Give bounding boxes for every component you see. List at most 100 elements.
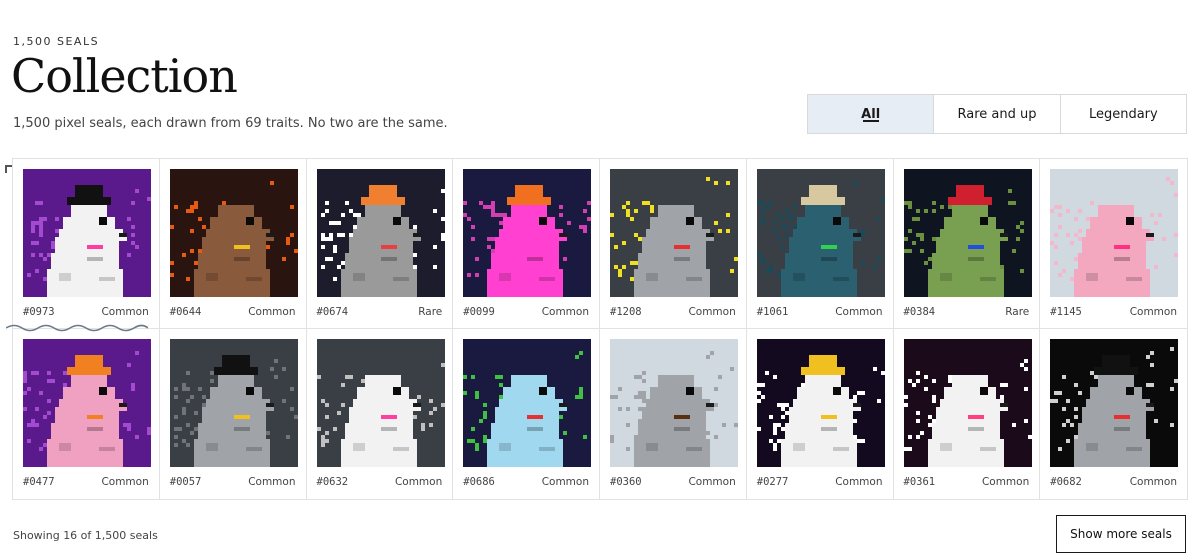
seal-id: #0277	[756, 476, 789, 488]
seal-rarity: Common	[101, 306, 149, 318]
seal-meta: #1208 Common	[610, 306, 736, 318]
seal-rarity: Common	[541, 306, 589, 318]
seal-thumbnail	[169, 169, 298, 297]
seal-id: #0644	[169, 306, 202, 318]
filter-tabs: All Rare and up Legendary	[807, 94, 1187, 134]
seal-rarity: Common	[688, 306, 736, 318]
filter-rare-label: Rare and up	[957, 106, 1037, 122]
seal-card[interactable]: #0477 Common	[13, 329, 160, 499]
seal-rarity: Common	[688, 476, 736, 488]
seal-thumbnail	[463, 339, 592, 467]
active-underline	[862, 120, 879, 122]
seal-rarity: Common	[541, 476, 589, 488]
seal-rarity: Common	[101, 476, 149, 488]
seal-id: #1145	[1050, 306, 1082, 318]
seal-thumbnail	[169, 339, 298, 467]
seal-card[interactable]: #0682 Common	[1040, 329, 1187, 499]
seal-rarity: Common	[1129, 476, 1177, 488]
seal-id: #1208	[610, 306, 642, 318]
seal-pixel-art	[610, 169, 738, 297]
seal-rarity: Common	[1129, 306, 1177, 318]
seal-card[interactable]: #1061 Common	[746, 159, 894, 329]
seal-card[interactable]: #0277 Common	[747, 329, 894, 499]
seal-pixel-art	[463, 169, 592, 297]
seal-rarity: Common	[835, 476, 883, 488]
seal-card[interactable]: #0360 Common	[600, 329, 747, 499]
seal-rarity: Common	[981, 476, 1030, 488]
seal-meta: #0632 Common	[317, 476, 443, 488]
seal-card[interactable]: #0686 Common	[453, 329, 600, 499]
seal-pixel-art	[23, 339, 151, 467]
seal-meta: #1145 Common	[1050, 306, 1177, 318]
seal-thumbnail	[23, 169, 151, 297]
seal-thumbnail	[1050, 169, 1179, 297]
seal-rarity: Common	[394, 476, 443, 488]
seal-card[interactable]: #0632 Common	[307, 329, 454, 499]
seal-id: #0477	[23, 476, 55, 488]
seal-card[interactable]: #1145 Common	[1040, 159, 1187, 329]
seal-thumbnail	[756, 339, 885, 467]
seal-pixel-art	[1050, 339, 1179, 467]
seal-thumbnail	[463, 169, 592, 297]
seal-card[interactable]: #0973 Common	[13, 159, 160, 329]
seal-thumbnail	[316, 339, 445, 467]
seal-meta: #0477 Common	[23, 476, 149, 488]
seal-meta: #0360 Common	[610, 476, 736, 488]
seal-thumbnail	[903, 169, 1032, 297]
filter-legendary[interactable]: Legendary	[1059, 95, 1186, 133]
seal-pixel-art	[316, 339, 445, 467]
seal-pixel-art	[169, 339, 298, 467]
seal-rarity: Rare	[418, 306, 443, 318]
seal-id: #0682	[1050, 476, 1082, 488]
seal-pixel-art	[463, 339, 592, 467]
seal-pixel-art	[316, 169, 445, 297]
seal-id: #0384	[903, 306, 936, 318]
seal-card[interactable]: #1208 Common	[600, 159, 747, 329]
seal-rarity: Common	[248, 306, 296, 318]
seal-pixel-art	[756, 339, 885, 467]
seal-card[interactable]: #0674 Rare	[306, 159, 454, 329]
seal-pixel-art	[903, 339, 1032, 467]
filter-rare-and-up[interactable]: Rare and up	[933, 95, 1060, 133]
seal-card[interactable]: #0057 Common	[160, 329, 307, 499]
seal-meta: #1061 Common	[757, 306, 883, 318]
seal-meta: #0361 Common	[904, 476, 1030, 488]
seal-meta: #0644 Common	[170, 306, 296, 318]
seal-pixel-art	[1050, 169, 1179, 297]
seal-grid: #0973 Common #0644 Common #0674 Rare #0099 Comm…	[12, 158, 1188, 500]
seal-pixel-art	[23, 169, 151, 297]
seal-pixel-art	[610, 339, 738, 467]
seal-id: #0057	[169, 476, 202, 488]
seal-card[interactable]: #0384 Rare	[893, 159, 1041, 329]
seal-thumbnail	[610, 339, 738, 467]
seal-meta: #0682 Common	[1050, 476, 1177, 488]
seal-id: #0360	[610, 476, 642, 488]
seal-meta: #0057 Common	[170, 476, 296, 488]
seal-card[interactable]: #0361 Common	[894, 329, 1041, 499]
seal-meta: #0384 Rare	[904, 306, 1030, 318]
seal-id: #0674	[316, 306, 349, 318]
seal-thumbnail	[23, 339, 151, 467]
seal-pixel-art	[903, 169, 1032, 297]
squiggle-decoration	[6, 324, 148, 332]
seal-card[interactable]: #0099 Common	[453, 159, 600, 329]
seal-id: #0686	[463, 476, 495, 488]
seal-rarity: Rare	[1005, 306, 1030, 318]
seal-rarity: Common	[835, 306, 883, 318]
seal-rarity: Common	[248, 476, 296, 488]
seal-card[interactable]: #0644 Common	[159, 159, 307, 329]
filter-legendary-label: Legendary	[1088, 106, 1158, 122]
seal-thumbnail	[610, 169, 738, 297]
seal-id: #0361	[903, 476, 936, 488]
seal-id: #0973	[23, 306, 55, 318]
page-title: Collection	[11, 49, 238, 103]
seal-meta: #0973 Common	[23, 306, 149, 318]
seal-id: #0099	[463, 306, 495, 318]
seal-id: #1061	[756, 306, 789, 318]
show-more-button[interactable]: Show more seals	[1056, 515, 1186, 553]
filter-all[interactable]: All	[808, 95, 934, 133]
seal-id: #0632	[316, 476, 349, 488]
seal-thumbnail	[903, 339, 1032, 467]
seal-meta: #0277 Common	[757, 476, 883, 488]
seal-thumbnail	[1050, 339, 1179, 467]
